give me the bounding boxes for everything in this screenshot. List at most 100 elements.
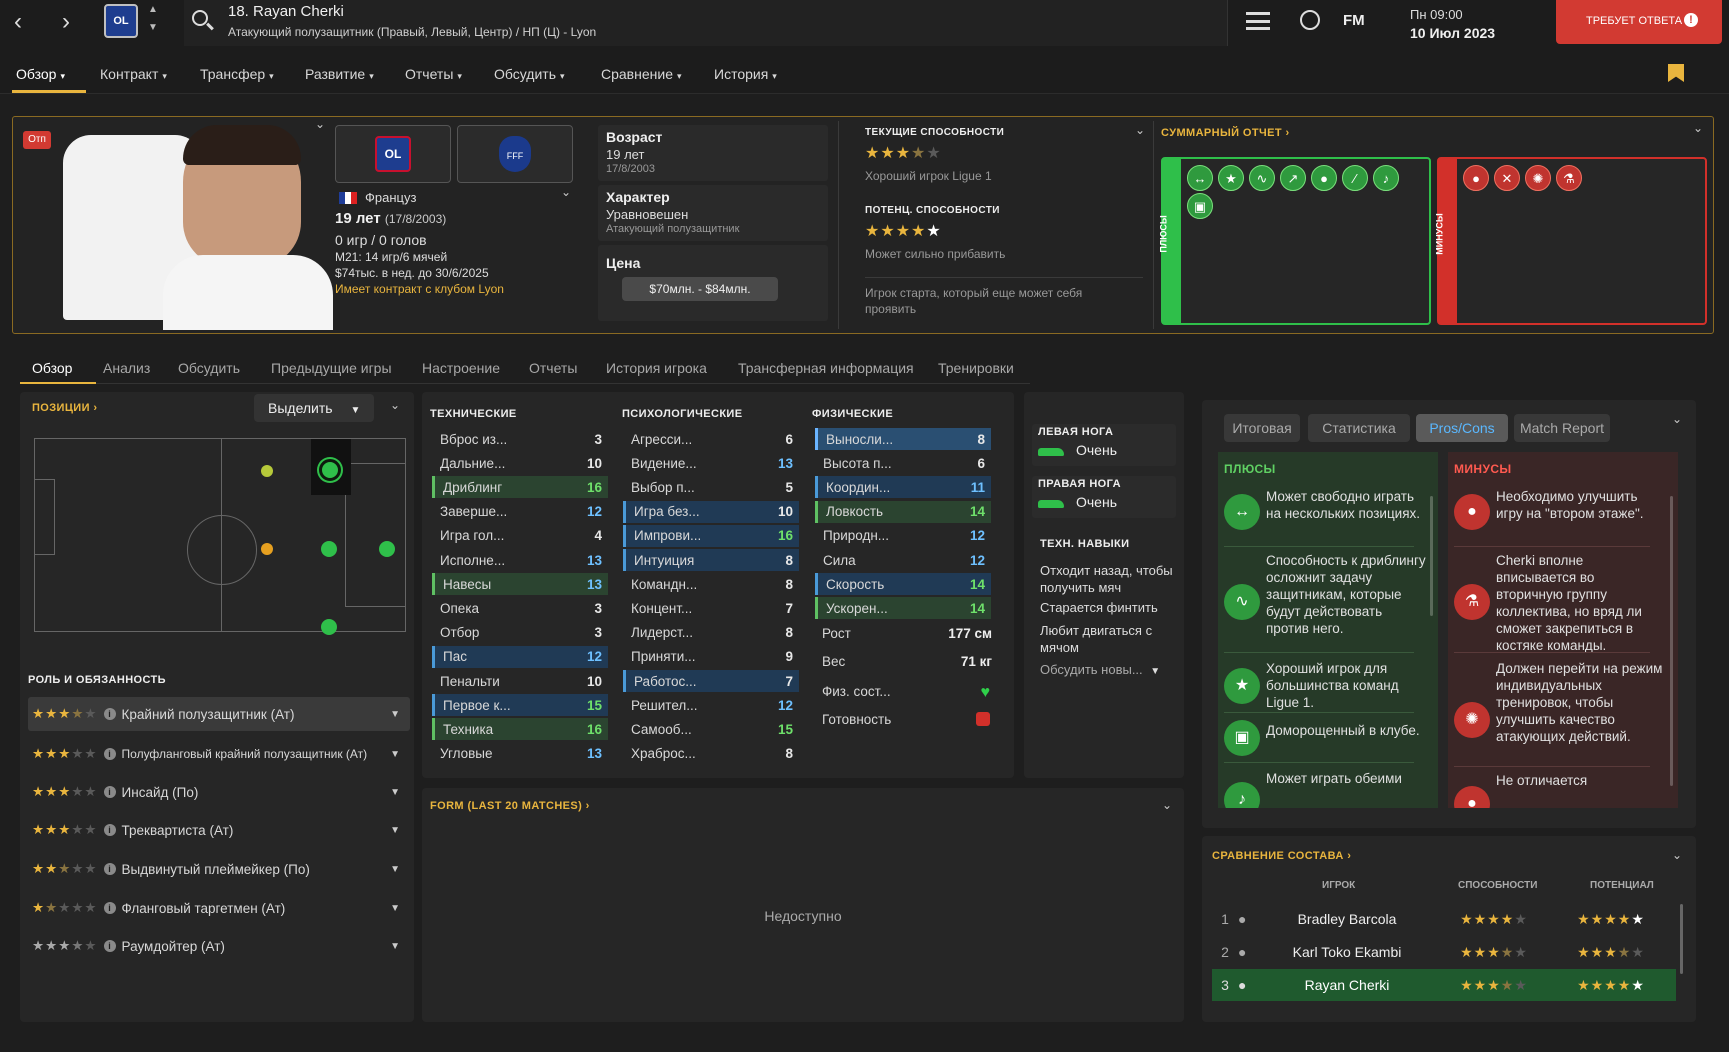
tab-summary[interactable]: Итоговая xyxy=(1224,414,1300,442)
tab-transfer-info[interactable]: Трансферная информация xyxy=(738,360,914,376)
info-icon[interactable]: i xyxy=(103,940,116,952)
chevron-down-icon[interactable]: ▼ xyxy=(390,825,400,836)
chevron-down-icon[interactable]: ▼ xyxy=(390,709,400,720)
contract-link[interactable]: Имеет контракт с клубом Lyon xyxy=(335,282,504,296)
nav-contract[interactable]: Контракт ▾ xyxy=(100,66,167,82)
tab-player-history[interactable]: История игрока xyxy=(606,360,707,376)
globe-icon[interactable] xyxy=(1300,10,1320,30)
attribute-row-technical[interactable]: Отбор 3 xyxy=(432,622,608,644)
game-date[interactable]: 10 Июл 2023 xyxy=(1410,25,1495,41)
role-row[interactable]: ★★★★★ i Крайний полузащитник (Ат) ▼ xyxy=(28,697,410,731)
nav-overview[interactable]: Обзор ▾ xyxy=(16,66,65,82)
price-value[interactable]: $70млн. - $84млн. xyxy=(622,277,778,301)
highlight-dropdown[interactable]: Выделить ▼ xyxy=(254,394,374,422)
attribute-row-physical[interactable]: Высота п... 6 xyxy=(815,452,991,474)
fm-label[interactable]: FM xyxy=(1343,12,1365,29)
squad-dropdown-icon[interactable]: ⌄ xyxy=(1672,848,1682,862)
tab-overview[interactable]: Обзор xyxy=(32,360,72,376)
club-badge[interactable]: OL xyxy=(335,125,451,183)
table-row-selected[interactable]: 3 ● Rayan Cherki ★★★★★ ★★★★★ xyxy=(1212,969,1676,1001)
role-row[interactable]: ★★★★★ i Полуфланговый крайний полузащитник… xyxy=(28,737,410,771)
boot-icon[interactable]: ⁄ xyxy=(1342,165,1368,191)
flask-icon[interactable]: ⚗ xyxy=(1556,165,1582,191)
attribute-row-technical[interactable]: Опека 3 xyxy=(432,597,608,619)
tab-reports[interactable]: Отчеты xyxy=(529,360,577,376)
role-row[interactable]: ★★★★★ i Фланговый таргетмен (Ат) ▼ xyxy=(28,891,410,925)
attribute-row-mental[interactable]: Командн... 8 xyxy=(623,573,799,595)
squad-title[interactable]: СРАВНЕНИЕ СОСТАВА › xyxy=(1212,850,1351,862)
attribute-row-technical[interactable]: Пенальти 10 xyxy=(432,670,608,692)
header-weak-icon[interactable]: ● xyxy=(1463,165,1489,191)
star-icon[interactable]: ★ xyxy=(1218,165,1244,191)
attribute-row-technical[interactable]: Дальние... 10 xyxy=(432,452,608,474)
attribute-row-technical[interactable]: Игра гол... 4 xyxy=(432,525,608,547)
nav-transfer[interactable]: Трансфер ▾ xyxy=(200,66,274,82)
cross-icon[interactable]: ✕ xyxy=(1494,165,1520,191)
role-row[interactable]: ★★★★★ i Трекварти­ста (Ат) ▼ xyxy=(28,813,410,847)
table-row[interactable]: 2 ● Karl Toko Ekambi ★★★★★ ★★★★★ xyxy=(1212,936,1676,968)
pos-dot-aml[interactable] xyxy=(261,465,273,477)
pros-scrollbar[interactable] xyxy=(1430,496,1433,616)
player-name[interactable]: Bradley Barcola xyxy=(1262,911,1432,927)
role-row[interactable]: ★★★★★ i Выдвинутый плеймейкер (По) ▼ xyxy=(28,852,410,886)
attribute-row-physical[interactable]: Сила 12 xyxy=(815,549,991,571)
attribute-row-physical[interactable]: Ловкость 14 xyxy=(815,500,991,523)
nav-discuss[interactable]: Обсудить ▾ xyxy=(494,66,565,82)
attribute-row-mental[interactable]: Работос... 7 xyxy=(623,670,799,692)
photo-dropdown-icon[interactable]: ⌄ xyxy=(315,117,325,131)
training-icon[interactable]: ✺ xyxy=(1525,165,1551,191)
attribute-row-physical[interactable]: Ускорен... 14 xyxy=(815,597,991,620)
discuss-new-button[interactable]: Обсудить новы... ▼ xyxy=(1040,662,1160,677)
attribute-row-mental[interactable]: Агресси... 6 xyxy=(623,428,799,450)
summary-title[interactable]: СУММАРНЫЙ ОТЧЕТ › xyxy=(1161,127,1290,139)
pos-dot-mc[interactable] xyxy=(261,543,273,555)
menu-icon[interactable] xyxy=(1246,12,1270,30)
tab-match-report[interactable]: Match Report xyxy=(1514,414,1610,442)
nav-development[interactable]: Развитие ▾ xyxy=(305,66,374,82)
pos-dot-aml2[interactable] xyxy=(321,619,337,635)
nationality-dropdown-icon[interactable]: ⌄ xyxy=(561,185,571,199)
chevron-down-icon[interactable]: ▼ xyxy=(148,22,158,33)
head-icon[interactable]: ● xyxy=(1311,165,1337,191)
attribute-row-technical[interactable]: Заверше... 12 xyxy=(432,501,608,523)
info-icon[interactable]: i xyxy=(103,708,116,720)
chevron-down-icon[interactable]: ▼ xyxy=(390,864,400,875)
attribute-row-technical[interactable]: Вброс из... 3 xyxy=(432,428,608,450)
tab-analysis[interactable]: Анализ xyxy=(103,360,150,376)
nav-history[interactable]: История ▾ xyxy=(714,66,777,82)
attribute-row-technical[interactable]: Дриблинг 16 xyxy=(432,476,608,499)
info-icon[interactable]: i xyxy=(103,824,116,836)
info-icon[interactable]: i xyxy=(103,863,116,875)
attribute-row-technical[interactable]: Исполне... 13 xyxy=(432,549,608,571)
ability-dropdown-icon[interactable]: ⌄ xyxy=(1135,123,1145,137)
attribute-row-mental[interactable]: Концент... 7 xyxy=(623,597,799,619)
chevron-up-icon[interactable]: ▲ xyxy=(148,4,158,15)
tab-training[interactable]: Тренировки xyxy=(938,360,1014,376)
tab-proscons[interactable]: Pros/Cons xyxy=(1416,414,1508,442)
info-icon[interactable]: i xyxy=(103,748,116,760)
dribble-icon[interactable]: ∿ xyxy=(1249,165,1275,191)
attribute-row-mental[interactable]: Приняти... 9 xyxy=(623,646,799,668)
homegrown-icon[interactable]: ▣ xyxy=(1187,193,1213,219)
versatile-icon[interactable]: ↔ xyxy=(1187,165,1213,191)
attribute-row-mental[interactable]: Выбор п... 5 xyxy=(623,476,799,498)
back-icon[interactable]: ‹ xyxy=(14,8,22,36)
attribute-row-technical[interactable]: Угловые 13 xyxy=(432,743,608,765)
foot-icon[interactable]: ♪ xyxy=(1373,165,1399,191)
positions-title[interactable]: ПОЗИЦИИ › xyxy=(32,402,97,414)
nation-badge[interactable]: FFF xyxy=(457,125,573,183)
table-row[interactable]: 1 ● Bradley Barcola ★★★★★ ★★★★★ xyxy=(1212,903,1676,935)
pos-dot-st[interactable] xyxy=(379,541,395,557)
club-logo[interactable]: OL xyxy=(104,4,138,38)
positions-dropdown-icon[interactable]: ⌄ xyxy=(390,398,400,412)
alert-button[interactable]: ТРЕБУЕТ ОТВЕТА ! xyxy=(1556,0,1722,44)
attribute-row-physical[interactable]: Скорость 14 xyxy=(815,573,991,596)
attribute-row-mental[interactable]: Видение... 13 xyxy=(623,452,799,474)
attribute-row-mental[interactable]: Решител... 12 xyxy=(623,694,799,716)
forward-icon[interactable]: › xyxy=(62,8,70,36)
form-dropdown-icon[interactable]: ⌄ xyxy=(1162,798,1172,812)
attribute-row-technical[interactable]: Техника 16 xyxy=(432,718,608,741)
info-icon[interactable]: i xyxy=(103,786,116,798)
attribute-row-mental[interactable]: Лидерст... 8 xyxy=(623,622,799,644)
pos-dot-amc[interactable] xyxy=(321,541,337,557)
